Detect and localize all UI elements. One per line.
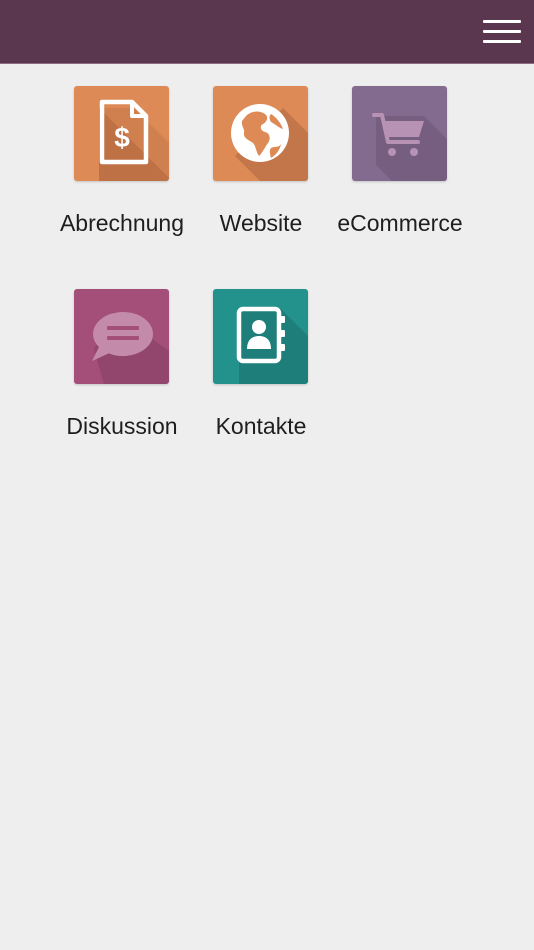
app-label: Website [219, 210, 303, 236]
app-label: Kontakte [215, 413, 307, 439]
app-label: Diskussion [66, 413, 178, 439]
chat-bubble-icon [74, 289, 169, 384]
app-abrechnung[interactable]: $ Abrechnung [52, 86, 192, 256]
menu-line [483, 20, 521, 23]
address-book-icon [213, 289, 308, 384]
menu-line [483, 30, 521, 33]
menu-line [483, 40, 521, 43]
app-diskussion[interactable]: Diskussion [52, 289, 192, 459]
app-ecommerce[interactable]: eCommerce [330, 86, 470, 256]
app-kontakte[interactable]: Kontakte [191, 289, 331, 459]
app-website[interactable]: Website [191, 86, 331, 256]
invoice-dollar-icon: $ [74, 86, 169, 181]
svg-text:$: $ [114, 122, 130, 153]
app-label: Abrechnung [59, 210, 185, 236]
shopping-cart-icon [352, 86, 447, 181]
app-label: eCommerce [337, 210, 463, 236]
hamburger-menu-icon[interactable] [483, 19, 521, 45]
top-navbar [0, 0, 534, 64]
globe-icon [213, 86, 308, 181]
